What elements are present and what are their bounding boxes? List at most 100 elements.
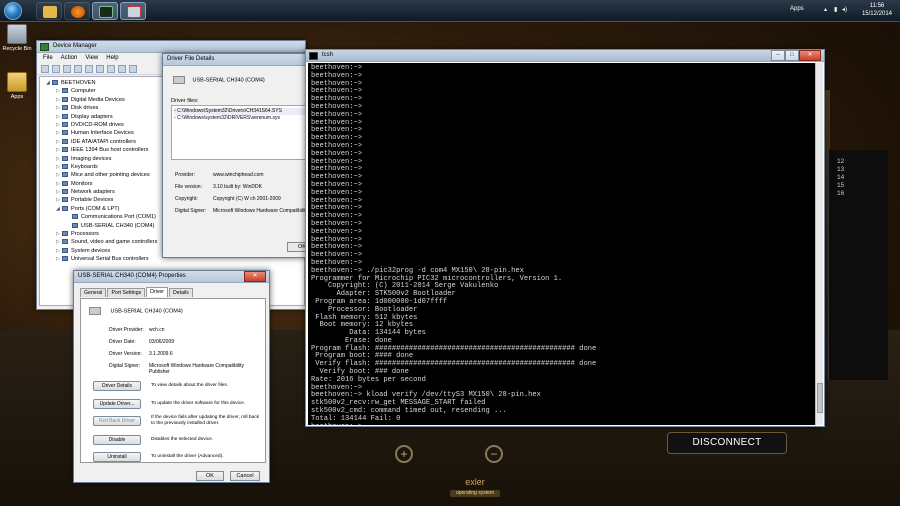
tree-item-label: Keyboards [71,163,98,170]
start-button[interactable] [4,2,22,20]
update-driver-description: To update the driver software for this d… [151,401,246,406]
terminal-scrollbar[interactable] [815,63,823,425]
side-number: 13 [837,166,845,173]
disconnect-button[interactable]: DISCONNECT [667,432,787,454]
device-category-icon [62,113,68,119]
tree-item-label: Ports (COM & LPT) [71,205,120,212]
disable-button[interactable]: Disable [93,435,141,445]
system-tray: Apps ▴ ▮ ◂) 11:56 15/12/2014 [790,0,900,22]
taskbar-terminal-button[interactable] [92,2,118,20]
close-button[interactable]: ✕ [799,50,821,61]
tree-item-label: Processors [71,231,99,238]
window-title: Device Manager [53,43,97,49]
dialog-titlebar[interactable]: Driver File Details [163,54,311,66]
clock-time: 11:56 [869,3,885,9]
device-manager-titlebar[interactable]: Device Manager [37,41,305,53]
driver-files-list[interactable]: ▫ C:\Windows\System32\Drivers\CH341S64.S… [171,105,311,160]
terminal-titlebar[interactable]: tcsh – □ ✕ [306,50,824,62]
usb-device-icon [173,76,185,84]
driver-provider-row: Driver Provider: wch.cn [109,327,165,333]
plus-button[interactable]: + [395,445,413,463]
cancel-button[interactable]: Cancel [230,471,260,481]
device-category-icon [72,214,78,220]
terminal-line: beethoven:~> [311,126,363,135]
maximize-button[interactable]: □ [785,50,799,61]
disable-description: Disables the selected device. [151,437,214,442]
caption-buttons: ✕ [244,271,266,282]
update-driver-button[interactable]: Update Driver... [93,399,141,409]
tree-item-label: Digital Media Devices [71,96,125,103]
tray-clock[interactable]: 11:56 15/12/2014 [862,2,892,18]
device-category-icon [62,147,68,153]
side-number: 12 [837,158,845,165]
tab-port-settings[interactable]: Port Settings [107,288,146,297]
terminal-line: beethoven:~> [311,212,363,221]
device-category-icon [62,247,68,253]
device-category-icon [62,239,68,245]
show-hide-tree-icon[interactable] [63,64,71,73]
tray-expand-icon[interactable]: ▴ [824,6,827,13]
tab-general[interactable]: General [80,288,107,297]
device-category-icon [62,88,68,94]
terminal-line: beethoven:~> [311,165,363,174]
properties-icon[interactable] [74,64,82,73]
scrollbar-thumb[interactable] [817,383,823,413]
network-icon[interactable]: ▮ [834,6,837,13]
tree-item-label: IDE ATA/ATAPI controllers [71,138,136,145]
terminal-output[interactable]: beethoven:~> beethoven:~> beethoven:~> beet… [308,63,816,425]
device-category-icon [62,189,68,195]
device-category-icon [62,96,68,102]
tab-driver[interactable]: Driver [146,287,169,297]
terminal-line: beethoven:~> [311,227,363,236]
update-driver-icon[interactable] [107,64,115,73]
taskbar-app-button[interactable] [120,2,146,20]
recycle-bin-desktop-icon[interactable]: Recycle Bin [0,24,34,52]
apps-desktop-icon[interactable]: Apps [0,72,34,100]
menu-view[interactable]: View [85,53,98,63]
tree-item-label: Universal Serial Bus controllers [71,256,149,263]
terminal-line: beethoven:~> [311,219,363,228]
tab-details[interactable]: Details [169,288,193,297]
volume-icon[interactable]: ◂) [842,6,847,13]
taskbar-explorer-button[interactable] [36,2,62,20]
dialog-titlebar[interactable]: USB-SERIAL CH340 (COM4) Properties ✕ [74,271,269,283]
desktop-icon-label: Apps [10,94,24,100]
driver-details-button[interactable]: Driver Details [93,381,141,391]
minimize-button[interactable]: – [771,50,785,61]
tray-apps-label[interactable]: Apps [790,6,804,12]
driver-file-details-dialog: Driver File Details USB-SERIAL CH340 (CO… [162,53,317,258]
side-number: 16 [837,190,845,197]
close-button[interactable]: ✕ [244,271,266,282]
terminal-line: Rate: 2016 bytes per second [311,375,426,384]
side-number: 15 [837,182,845,189]
taskbar-firefox-button[interactable] [64,2,90,20]
menu-help[interactable]: Help [106,53,118,63]
terminal-line: beethoven:~> [311,180,363,189]
uninstall-button[interactable]: Uninstall [93,452,141,462]
uninstall-icon[interactable] [118,64,126,73]
back-icon[interactable] [41,64,49,73]
menu-file[interactable]: File [43,53,53,63]
roll-back-driver-button[interactable]: Roll Back Driver [93,416,141,426]
ok-button[interactable]: OK [196,471,224,481]
terminal-line: beethoven:~> [311,64,363,72]
device-category-icon [62,121,68,127]
device-category-icon [62,231,68,237]
tree-item-label: Disk drives [71,105,99,112]
menu-action[interactable]: Action [61,53,78,63]
driver-file-item[interactable]: ▫ C:\Windows\system32\DRIVERS\serenum.sy… [174,115,308,122]
tree-item-label: Communications Port (COM1) [81,214,156,221]
dialog-title: Driver File Details [167,56,215,62]
forward-icon[interactable] [52,64,60,73]
terminal-line: beethoven:~> [311,118,363,127]
minus-button[interactable]: − [485,445,503,463]
tree-item-label: IEEE 1394 Bus host controllers [71,147,149,154]
tab-strip: General Port Settings Driver Details [80,287,194,297]
help-icon[interactable] [85,64,93,73]
device-category-icon [62,256,68,262]
scan-hardware-icon[interactable] [96,64,104,73]
device-name: USB-SERIAL CH340 (COM4) [192,77,265,84]
tree-item-label: Monitors [71,180,93,187]
driver-file-item[interactable]: ▫ C:\Windows\System32\Drivers\CH341S64.S… [174,108,308,115]
disable-icon[interactable] [129,64,137,73]
